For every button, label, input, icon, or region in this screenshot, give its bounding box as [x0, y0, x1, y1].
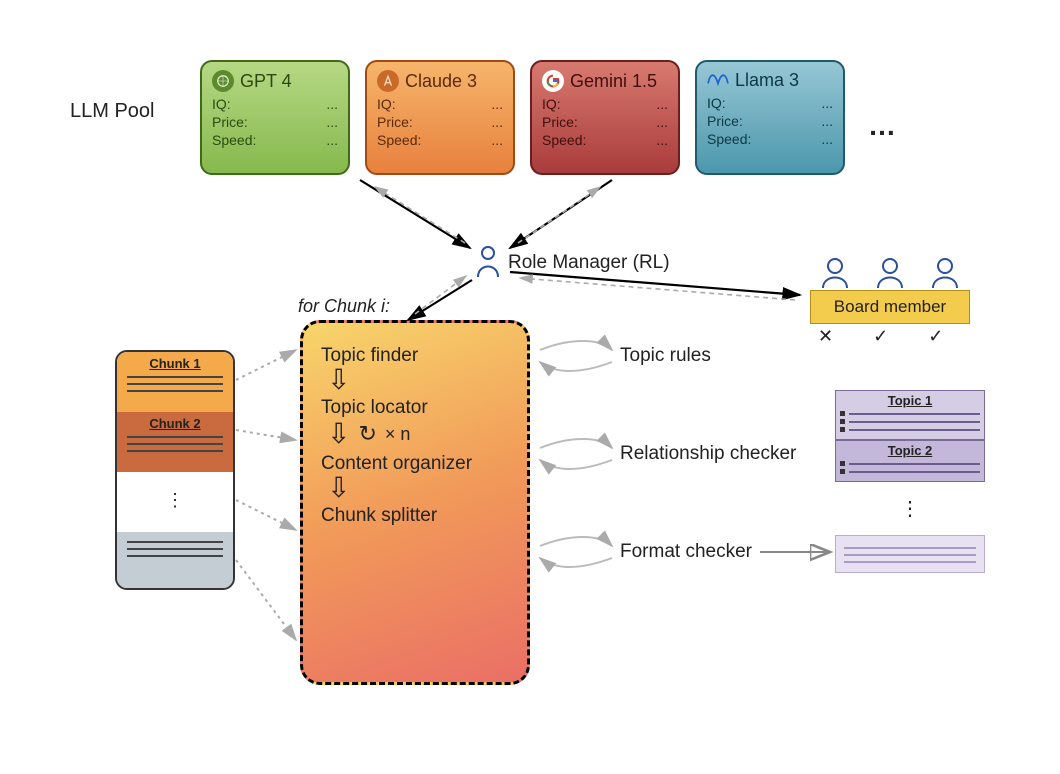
llm-card-gemini: Gemini 1.5 IQ:... Price:... Speed:... [530, 60, 680, 175]
llm-card-gpt4: GPT 4 IQ:... Price:... Speed:... [200, 60, 350, 175]
speed-label: Speed: [542, 132, 586, 148]
board-member-box: Board member [810, 290, 970, 324]
topic-block-1: Topic 1 [835, 390, 985, 440]
speed-label: Speed: [212, 132, 256, 148]
price-label: Price: [707, 113, 743, 129]
down-arrow-icon: ⇩ [327, 477, 509, 499]
speed-label: Speed: [707, 131, 751, 147]
role-manager-label: Role Manager (RL) [508, 252, 670, 274]
chunk-document: Chunk 1 Chunk 2 ⋮ [115, 350, 235, 590]
down-arrow-icon: ⇩ [327, 369, 509, 391]
price-val: ... [491, 114, 503, 130]
llm-card-llama3: Llama 3 IQ:... Price:... Speed:... [695, 60, 845, 175]
loop-icon: ↻ [358, 421, 376, 447]
openai-icon [212, 70, 234, 92]
speed-label: Speed: [377, 132, 421, 148]
speed-val: ... [656, 132, 668, 148]
vote-3: ✓ [928, 326, 943, 347]
step-chunk-splitter: Chunk splitter [321, 505, 509, 527]
price-val: ... [656, 114, 668, 130]
board-votes: ✕ ✓ ✓ [818, 326, 943, 347]
iq-label: IQ: [212, 96, 231, 112]
chunk-2-title: Chunk 2 [125, 416, 225, 431]
pool-ellipsis: … [868, 110, 900, 142]
meta-icon [707, 70, 729, 91]
chunk-1-title: Chunk 1 [125, 356, 225, 371]
board-people-icon [815, 256, 965, 290]
iq-val: ... [491, 96, 503, 112]
topic-block-2: Topic 2 [835, 440, 985, 482]
checker-topic-rules: Topic rules [620, 345, 711, 367]
speed-val: ... [326, 132, 338, 148]
iq-val: ... [656, 96, 668, 112]
loop-count: × n [385, 424, 411, 445]
chunk-ellipsis: ⋮ [117, 472, 233, 532]
chunk-1: Chunk 1 [117, 352, 233, 412]
chunk-n [117, 532, 233, 590]
anthropic-icon [377, 70, 399, 92]
for-chunk-label: for Chunk i: [298, 296, 390, 317]
topic-1-title: Topic 1 [840, 393, 980, 408]
checker-relationship: Relationship checker [620, 443, 796, 465]
llm-pool-label: LLM Pool [70, 100, 155, 123]
vote-1: ✕ [818, 326, 833, 347]
topic-2-title: Topic 2 [840, 443, 980, 458]
vote-2: ✓ [873, 326, 888, 347]
iq-label: IQ: [707, 95, 726, 111]
process-box: Topic finder ⇩ Topic locator ⇩ ↻ × n Con… [300, 320, 530, 685]
iq-label: IQ: [542, 96, 561, 112]
topic-vdots: ⋮ [835, 496, 985, 521]
price-label: Price: [212, 114, 248, 130]
iq-label: IQ: [377, 96, 396, 112]
price-val: ... [326, 114, 338, 130]
checker-format: Format checker [620, 541, 752, 563]
iq-val: ... [821, 95, 833, 111]
google-icon [542, 70, 564, 92]
speed-val: ... [821, 131, 833, 147]
card-name: Claude 3 [405, 71, 477, 92]
topic-output-stack: Topic 1 Topic 2 ⋮ [835, 390, 985, 573]
card-name: Llama 3 [735, 70, 799, 91]
person-icon [475, 245, 501, 279]
chunk-2: Chunk 2 [117, 412, 233, 472]
card-name: GPT 4 [240, 71, 292, 92]
card-name: Gemini 1.5 [570, 71, 657, 92]
price-label: Price: [377, 114, 413, 130]
price-val: ... [821, 113, 833, 129]
iq-val: ... [326, 96, 338, 112]
step-topic-locator: Topic locator [321, 397, 509, 419]
llm-card-claude3: Claude 3 IQ:... Price:... Speed:... [365, 60, 515, 175]
topic-block-n [835, 535, 985, 573]
price-label: Price: [542, 114, 578, 130]
speed-val: ... [491, 132, 503, 148]
board-label: Board member [834, 297, 946, 317]
down-arrow-icon: ⇩ [327, 423, 350, 445]
